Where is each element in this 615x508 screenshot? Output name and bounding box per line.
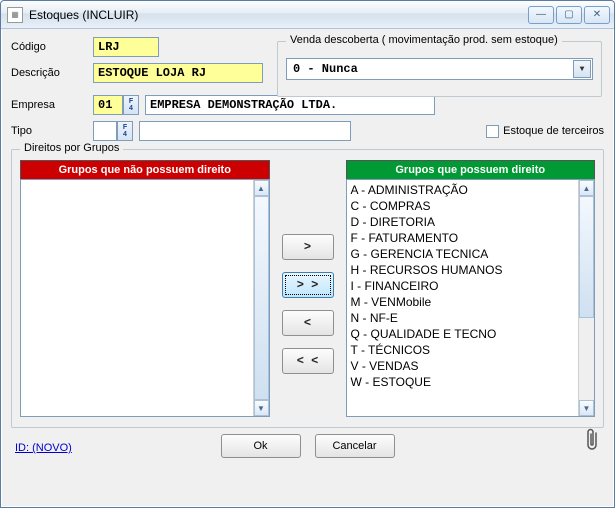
label-codigo: Código <box>11 41 93 53</box>
left-group: Grupos que não possuem direito ▲ ▼ <box>20 160 270 417</box>
list-item[interactable]: Q - QUALIDADE E TECNO <box>351 326 575 342</box>
id-link[interactable]: ID: (NOVO) <box>15 442 72 454</box>
right-group: Grupos que possuem direito A - ADMINISTR… <box>346 160 596 417</box>
left-listbox[interactable] <box>21 180 253 416</box>
move-right-button[interactable]: > <box>282 234 334 260</box>
right-list-header: Grupos que possuem direito <box>346 160 596 179</box>
list-item[interactable]: A - ADMINISTRAÇÃO <box>351 182 575 198</box>
maximize-button[interactable]: ▢ <box>556 6 582 24</box>
move-all-right-button[interactable]: > > <box>282 272 334 298</box>
move-buttons: > > > < < < <box>276 160 340 417</box>
list-item[interactable]: C - COMPRAS <box>351 198 575 214</box>
legend-venda: Venda descoberta ( movimentação prod. se… <box>286 34 562 46</box>
input-empresa-code[interactable]: 01 <box>93 95 123 115</box>
label-estoque-terceiros: Estoque de terceiros <box>503 125 604 137</box>
label-descricao: Descrição <box>11 67 93 79</box>
move-all-left-button[interactable]: < < <box>282 348 334 374</box>
scroll-up-icon[interactable]: ▲ <box>579 180 594 196</box>
list-item[interactable]: H - RECURSOS HUMANOS <box>351 262 575 278</box>
window-frame: ▦ Estoques (INCLUIR) — ▢ ✕ Código LRJ De… <box>0 0 615 508</box>
label-empresa: Empresa <box>11 99 93 111</box>
paperclip-icon[interactable] <box>584 428 600 458</box>
fieldset-direitos: Direitos por Grupos Grupos que não possu… <box>11 149 604 428</box>
right-scrollbar[interactable]: ▲ ▼ <box>578 180 594 416</box>
ok-button[interactable]: Ok <box>221 434 301 458</box>
chevron-down-icon[interactable]: ▼ <box>573 60 591 78</box>
list-item[interactable]: I - FINANCEIRO <box>351 278 575 294</box>
select-venda-descoberta[interactable]: 0 - Nunca ▼ <box>286 58 593 80</box>
cancel-button[interactable]: Cancelar <box>315 434 395 458</box>
input-tipo-code[interactable] <box>93 121 117 141</box>
input-tipo-desc[interactable] <box>139 121 351 141</box>
list-item[interactable]: F - FATURAMENTO <box>351 230 575 246</box>
scroll-thumb[interactable] <box>254 196 269 400</box>
move-left-button[interactable]: < <box>282 310 334 336</box>
input-codigo[interactable]: LRJ <box>93 37 159 57</box>
scroll-down-icon[interactable]: ▼ <box>579 400 594 416</box>
input-empresa-name[interactable]: EMPRESA DEMONSTRAÇÃO LTDA. <box>145 95 435 115</box>
list-item[interactable]: V - VENDAS <box>351 358 575 374</box>
app-icon: ▦ <box>7 7 23 23</box>
minimize-button[interactable]: — <box>528 6 554 24</box>
scroll-down-icon[interactable]: ▼ <box>254 400 269 416</box>
list-item[interactable]: D - DIRETORIA <box>351 214 575 230</box>
input-descricao[interactable]: ESTOQUE LOJA RJ <box>93 63 263 83</box>
scroll-thumb[interactable] <box>579 196 594 318</box>
list-item[interactable]: W - ESTOQUE <box>351 374 575 390</box>
f4-lookup-tipo[interactable]: F4 <box>117 121 133 141</box>
select-venda-value: 0 - Nunca <box>293 62 358 76</box>
label-tipo: Tipo <box>11 125 93 137</box>
bottom-bar: ID: (NOVO) Ok Cancelar <box>11 428 604 460</box>
scroll-up-icon[interactable]: ▲ <box>254 180 269 196</box>
close-button[interactable]: ✕ <box>584 6 610 24</box>
fieldset-venda-descoberta: Venda descoberta ( movimentação prod. se… <box>277 41 602 97</box>
list-item[interactable]: G - GERENCIA TECNICA <box>351 246 575 262</box>
right-listbox[interactable]: A - ADMINISTRAÇÃOC - COMPRASD - DIRETORI… <box>347 180 579 416</box>
checkbox-estoque-terceiros[interactable] <box>486 125 499 138</box>
window-title: Estoques (INCLUIR) <box>29 8 528 22</box>
title-bar: ▦ Estoques (INCLUIR) — ▢ ✕ <box>1 1 614 29</box>
left-list-header: Grupos que não possuem direito <box>20 160 270 179</box>
left-scrollbar[interactable]: ▲ ▼ <box>253 180 269 416</box>
legend-direitos: Direitos por Grupos <box>20 142 123 154</box>
list-item[interactable]: M - VENMobile <box>351 294 575 310</box>
list-item[interactable]: N - NF-E <box>351 310 575 326</box>
list-item[interactable]: T - TÉCNICOS <box>351 342 575 358</box>
f4-lookup-empresa[interactable]: F4 <box>123 95 139 115</box>
